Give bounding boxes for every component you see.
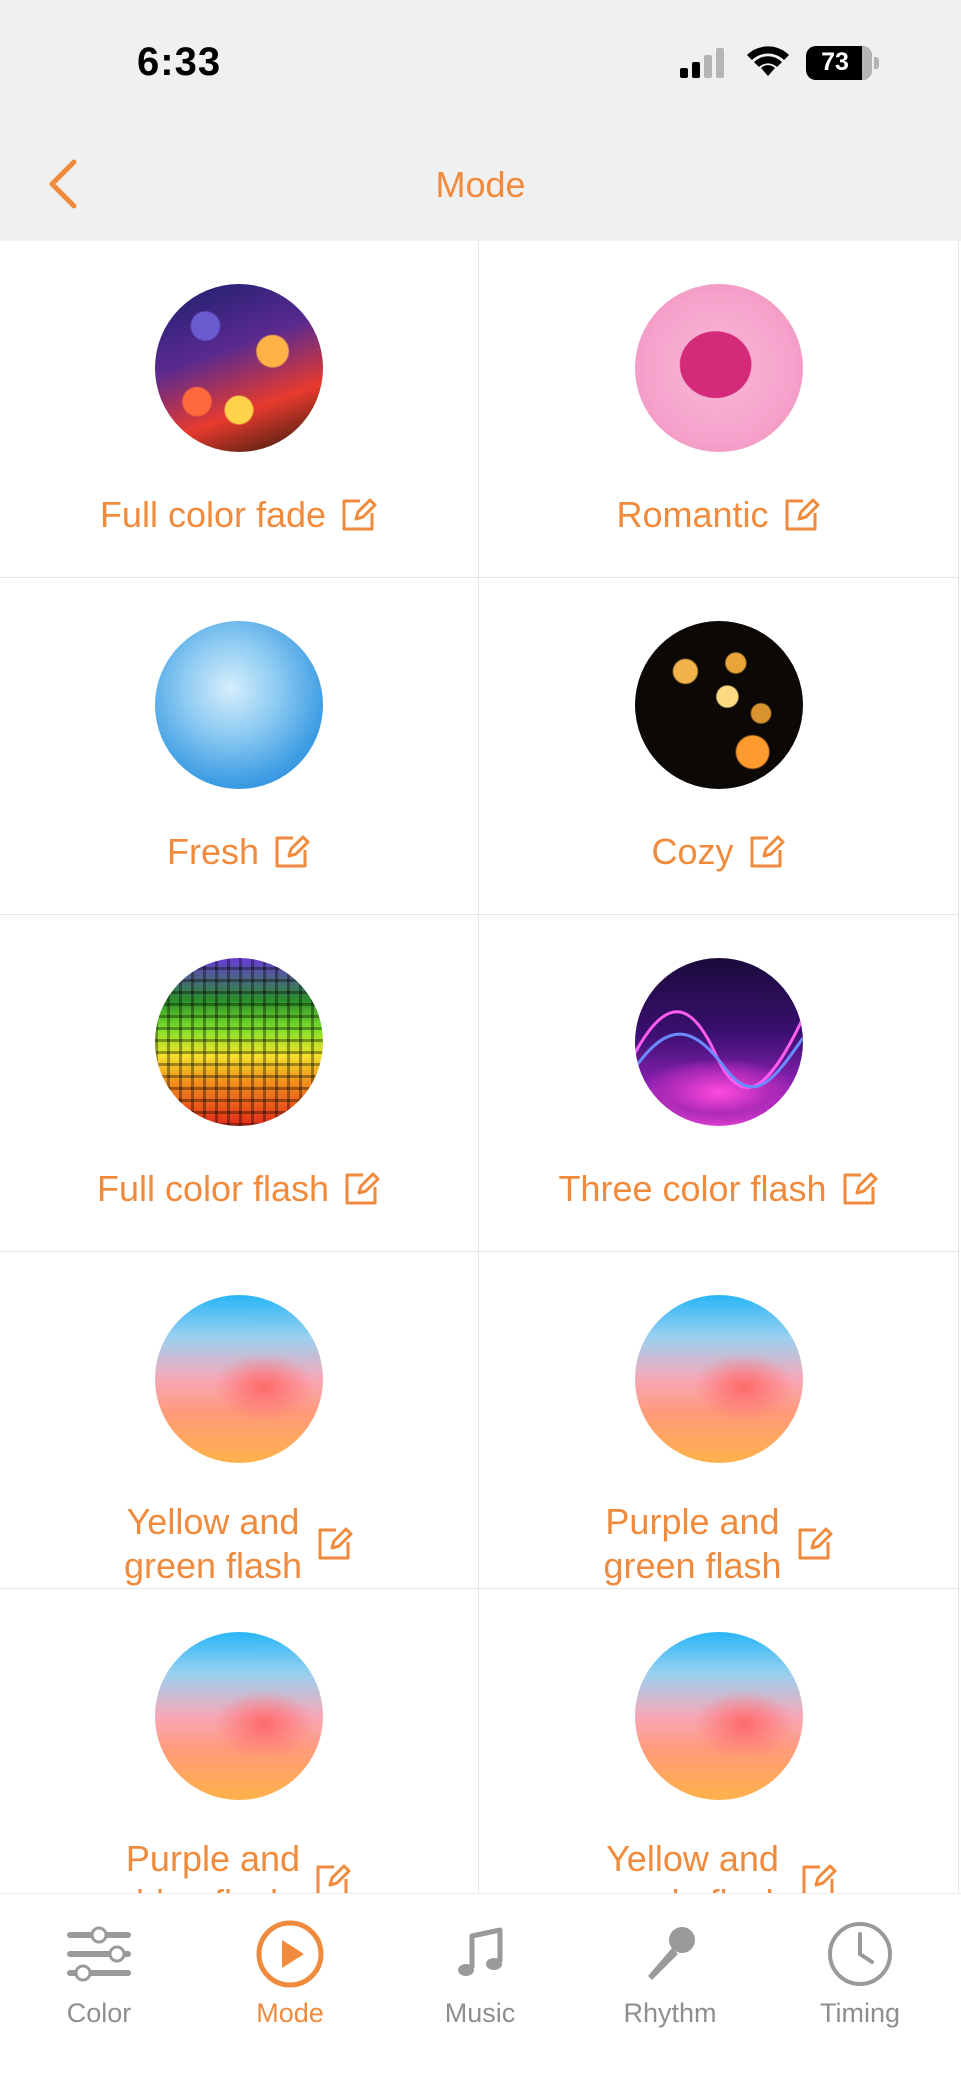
tab-bar: Color Mode Music Rhythm Timing bbox=[0, 1893, 961, 2083]
edit-icon[interactable] bbox=[746, 832, 786, 872]
microphone-icon bbox=[648, 1927, 695, 1980]
mode-label-line1: Purple and bbox=[605, 1501, 780, 1542]
play-circle-icon bbox=[256, 1920, 324, 1988]
tab-rhythm[interactable]: Rhythm bbox=[575, 1894, 765, 2044]
mode-thumbnail-neon-waves bbox=[634, 958, 803, 1126]
mode-label-line2: blue flash bbox=[136, 1882, 290, 1893]
page-title: Mode bbox=[435, 164, 526, 205]
status-bar: 6:33 73 bbox=[0, 0, 961, 128]
mode-card-yellow-purple-flash[interactable]: Yellow and purple flash bbox=[479, 1589, 959, 1893]
mode-thumbnail-candle bbox=[634, 621, 803, 789]
mode-label-line1: Yellow and bbox=[126, 1501, 300, 1542]
wave-lines bbox=[634, 1010, 803, 1089]
mode-label: Purple and green flash bbox=[603, 1500, 781, 1588]
mode-card-fresh[interactable]: Fresh bbox=[0, 578, 479, 915]
mode-label: Yellow and green flash bbox=[124, 1500, 302, 1588]
edit-icon[interactable] bbox=[781, 495, 821, 535]
mode-card-three-color-flash[interactable]: Three color flash bbox=[479, 915, 959, 1252]
mode-label: Cozy bbox=[651, 831, 734, 872]
mode-card-purple-blue-flash[interactable]: Purple and blue flash bbox=[0, 1589, 479, 1893]
navigation-bar: Mode bbox=[0, 128, 961, 241]
tab-label: Rhythm bbox=[623, 1998, 717, 2028]
mode-label: Yellow and purple flash bbox=[599, 1837, 785, 1893]
mode-card-yellow-green-flash[interactable]: Yellow and green flash bbox=[0, 1252, 479, 1589]
edit-icon[interactable] bbox=[341, 1169, 381, 1209]
mode-label: Fresh bbox=[166, 831, 260, 872]
mode-thumbnail-rose-heart bbox=[634, 284, 803, 452]
mode-label-line1: Purple and bbox=[125, 1838, 301, 1879]
sliders-icon bbox=[67, 1926, 131, 1982]
edit-icon[interactable] bbox=[794, 1524, 834, 1564]
battery-indicator: 73 bbox=[806, 46, 879, 80]
clock-icon bbox=[828, 1922, 892, 1986]
tab-timing[interactable]: Timing bbox=[765, 1894, 955, 2044]
mode-thumbnail-bokeh bbox=[155, 284, 323, 452]
mode-label: Romantic bbox=[616, 494, 769, 535]
mode-grid: Full color fade Romantic Fresh Cozy Full… bbox=[0, 241, 961, 1893]
edit-icon[interactable] bbox=[314, 1524, 354, 1564]
mode-card-purple-green-flash[interactable]: Purple and green flash bbox=[479, 1252, 959, 1589]
tab-label: Music bbox=[444, 1998, 516, 2028]
mode-label-line2: purple flash bbox=[599, 1882, 785, 1893]
mode-card-romantic[interactable]: Romantic bbox=[479, 241, 959, 578]
mode-thumbnail-gradient bbox=[634, 1295, 803, 1463]
tab-label: Color bbox=[66, 1998, 132, 2028]
edit-icon[interactable] bbox=[338, 495, 378, 535]
mode-thumbnail-gradient bbox=[155, 1632, 323, 1800]
mode-thumbnail-gradient bbox=[155, 1295, 323, 1463]
music-note-icon bbox=[458, 1927, 503, 1976]
mode-card-full-color-fade[interactable]: Full color fade bbox=[0, 241, 479, 578]
mode-card-full-color-flash[interactable]: Full color flash bbox=[0, 915, 479, 1252]
mode-thumbnail-gradient bbox=[634, 1632, 803, 1800]
edit-icon[interactable] bbox=[312, 1861, 352, 1893]
status-time: 6:33 bbox=[137, 40, 222, 84]
mode-label-line2: green flash bbox=[123, 1545, 303, 1586]
mode-label-line2: green flash bbox=[603, 1545, 782, 1586]
mode-thumbnail-pixel-rainbow bbox=[155, 958, 323, 1126]
mode-card-cozy[interactable]: Cozy bbox=[479, 578, 959, 915]
tab-label: Mode bbox=[256, 1998, 324, 2028]
mode-label: Purple and blue flash bbox=[126, 1837, 300, 1893]
battery-level: 73 bbox=[821, 48, 849, 76]
mode-label-line1: Yellow and bbox=[606, 1838, 779, 1879]
edit-icon[interactable] bbox=[798, 1861, 838, 1893]
tab-music[interactable]: Music bbox=[385, 1894, 575, 2044]
mode-label: Three color flash bbox=[558, 1168, 827, 1209]
tab-label: Timing bbox=[819, 1998, 900, 2028]
tab-color[interactable]: Color bbox=[4, 1894, 194, 2044]
edit-icon[interactable] bbox=[839, 1169, 879, 1209]
cellular-signal-icon bbox=[680, 48, 724, 78]
edit-icon[interactable] bbox=[271, 832, 311, 872]
wifi-icon bbox=[747, 46, 789, 76]
mode-thumbnail-water bbox=[155, 621, 323, 789]
mode-label: Full color flash bbox=[96, 1168, 330, 1209]
tab-mode[interactable]: Mode bbox=[195, 1894, 385, 2044]
mode-label: Full color fade bbox=[99, 494, 327, 535]
